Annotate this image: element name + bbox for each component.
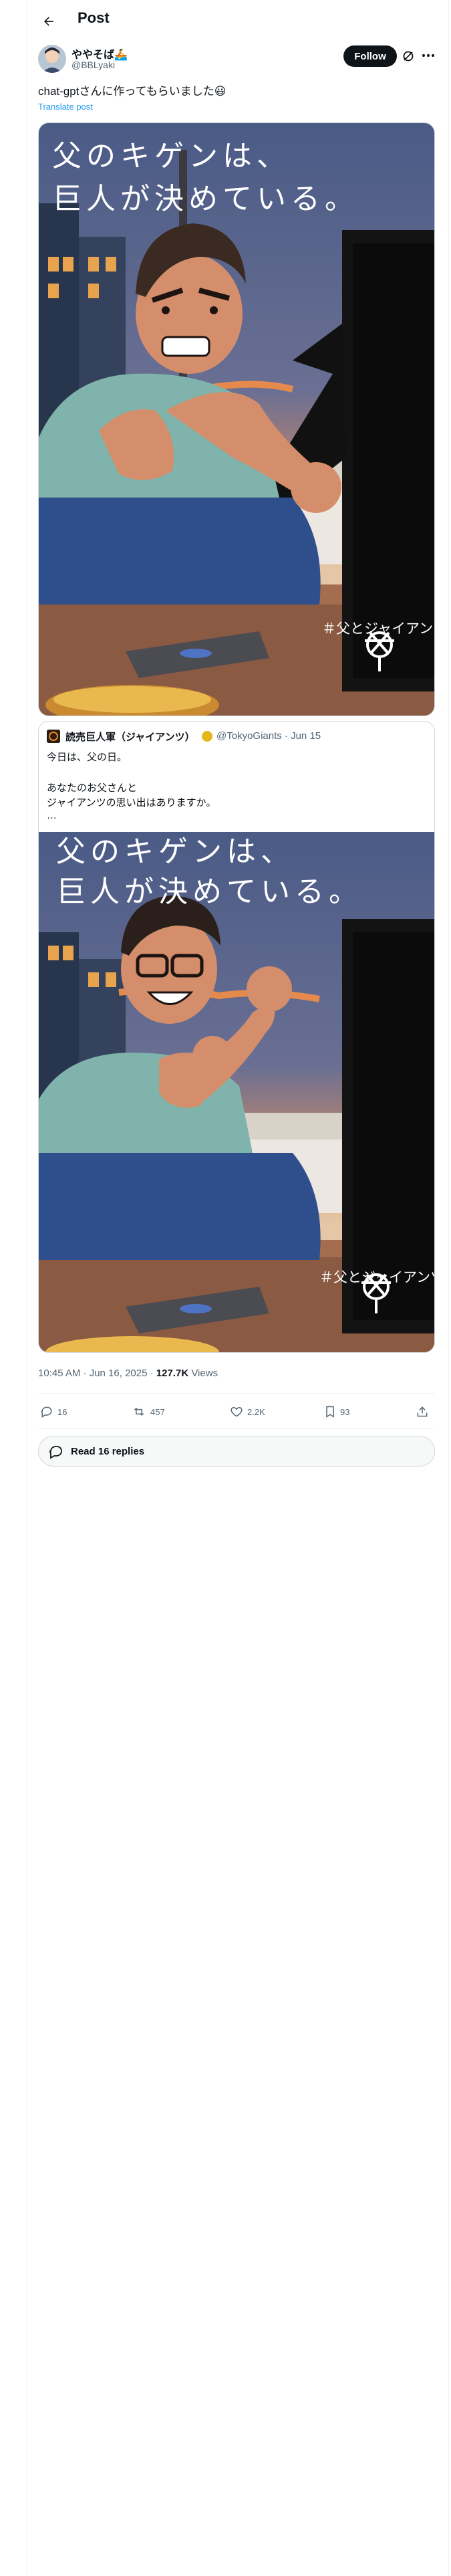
quoted-image[interactable]: 父のキゲンは、 巨人が決めている。 ＃父とジャイアンツ	[39, 832, 434, 1352]
share-icon	[417, 1406, 428, 1417]
views-count: 127.7K	[156, 1368, 189, 1379]
verified-gold-badge-icon	[202, 731, 212, 742]
share-button[interactable]	[416, 1402, 429, 1422]
quoted-text-line: ジャイアンツの思い出はありますか。	[47, 797, 216, 809]
like-button[interactable]: 2.2K	[230, 1402, 265, 1422]
quoted-image-hashtag: ＃父とジャイアンツ	[319, 1269, 434, 1285]
follow-button[interactable]: Follow	[343, 45, 397, 67]
reply-count: 16	[57, 1406, 67, 1417]
timestamp[interactable]: 10:45 AM · Jun 16, 2025 ·	[38, 1368, 156, 1379]
bookmark-button[interactable]: 93	[324, 1402, 349, 1422]
quoted-post[interactable]: 読売巨人軍（ジャイアンツ） @TokyoGiants · Jun 15 今日は、…	[38, 721, 435, 1353]
post-image[interactable]: 父のキゲンは、 巨人が決めている。 ＃父とジャイアンツ	[38, 122, 435, 716]
reply-button[interactable]: 16	[40, 1402, 67, 1422]
read-replies-button[interactable]: Read 16 replies	[38, 1436, 435, 1467]
quoted-text-line: 今日は、父の日。	[47, 752, 128, 763]
reply-bubble-icon	[49, 1446, 62, 1459]
quoted-image-caption-line2: 巨人が決めている。	[56, 875, 363, 909]
repost-icon	[134, 1407, 144, 1416]
bookmark-icon	[326, 1406, 334, 1418]
repost-count: 457	[150, 1406, 165, 1417]
reply-icon	[41, 1406, 52, 1418]
back-button[interactable]	[39, 11, 59, 31]
divider	[38, 1428, 435, 1429]
more-icon	[422, 54, 434, 57]
image-caption-line2: 巨人が決めている。	[52, 182, 359, 216]
quoted-text-line: あなたのお父さんと	[47, 782, 138, 794]
quoted-avatar	[47, 730, 60, 743]
grok-button[interactable]	[402, 49, 415, 63]
translate-post-link[interactable]: Translate post	[38, 102, 93, 112]
like-count: 2.2K	[247, 1406, 265, 1417]
post-meta: 10:45 AM · Jun 16, 2025 · 127.7K Views	[38, 1368, 218, 1379]
page-title: Post	[78, 9, 110, 26]
divider	[38, 1393, 435, 1394]
author-handle[interactable]: @BBLyaki	[71, 60, 115, 70]
avatar[interactable]	[38, 45, 66, 73]
image-caption-line1: 父のキゲンは、	[52, 139, 291, 173]
post-text: chat-gptさんに作ってもらいました😃	[38, 85, 227, 98]
grok-icon	[403, 51, 414, 62]
avatar-image	[38, 45, 66, 73]
bookmark-count: 93	[340, 1406, 350, 1417]
views-label: Views	[188, 1368, 218, 1379]
arrow-left-icon	[44, 17, 53, 26]
more-options-button[interactable]	[420, 48, 436, 63]
quoted-image-caption-line1: 父のキゲンは、	[56, 835, 295, 869]
quoted-author-handle: @TokyoGiants · Jun 15	[216, 730, 321, 742]
quoted-author-name: 読売巨人軍（ジャイアンツ）	[65, 732, 195, 743]
repost-button[interactable]: 457	[132, 1402, 165, 1422]
read-replies-label: Read 16 replies	[71, 1446, 145, 1457]
quoted-text-line: …	[47, 810, 57, 821]
image-hashtag: ＃父とジャイアンツ	[322, 621, 435, 637]
heart-icon	[231, 1406, 243, 1417]
